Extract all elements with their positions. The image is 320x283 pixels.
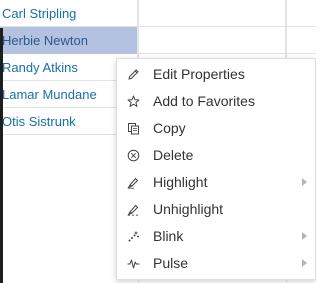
menu-item-label: Pulse [153,255,189,271]
menu-item-label: Copy [153,120,186,136]
table-row-selected[interactable]: Herbie Newton [0,27,316,54]
highlighter-icon [127,177,139,189]
empty-cell[interactable] [138,27,286,54]
menu-item-copy[interactable]: Copy [117,115,315,142]
unhighlight-icon [127,204,139,216]
menu-item-unhighlight[interactable]: Unhighlight [117,196,315,223]
context-menu: Edit Properties Add to Favorites Copy De… [116,58,316,280]
menu-item-pulse[interactable]: Pulse [117,250,315,277]
menu-item-label: Edit Properties [153,66,245,82]
screen: Carl Stripling Herbie Newton Randy Atkin… [0,0,316,283]
copy-icon [128,123,139,135]
star-icon [127,95,140,107]
row-drag-indicator [0,28,3,283]
pencil-icon [128,69,139,80]
menu-item-label: Highlight [153,174,208,190]
menu-item-delete[interactable]: Delete [117,142,315,169]
table-row[interactable]: Carl Stripling [0,0,316,27]
name-cell[interactable]: Carl Stripling [0,0,138,27]
name-cell[interactable]: Herbie Newton [0,27,138,54]
delete-circle-icon [127,149,140,162]
menu-item-label: Delete [153,147,194,163]
menu-item-label: Add to Favorites [153,93,255,109]
empty-cell[interactable] [138,0,286,27]
submenu-arrow-icon [302,178,307,186]
blink-icon [128,231,139,242]
submenu-arrow-icon [302,232,307,240]
menu-item-edit-properties[interactable]: Edit Properties [117,61,315,88]
submenu-arrow-icon [302,259,307,267]
menu-item-label: Blink [153,228,184,244]
menu-item-add-to-favorites[interactable]: Add to Favorites [117,88,315,115]
menu-item-highlight[interactable]: Highlight [117,169,315,196]
menu-item-blink[interactable]: Blink [117,223,315,250]
pulse-icon [127,259,140,269]
menu-item-label: Unhighlight [153,201,224,217]
